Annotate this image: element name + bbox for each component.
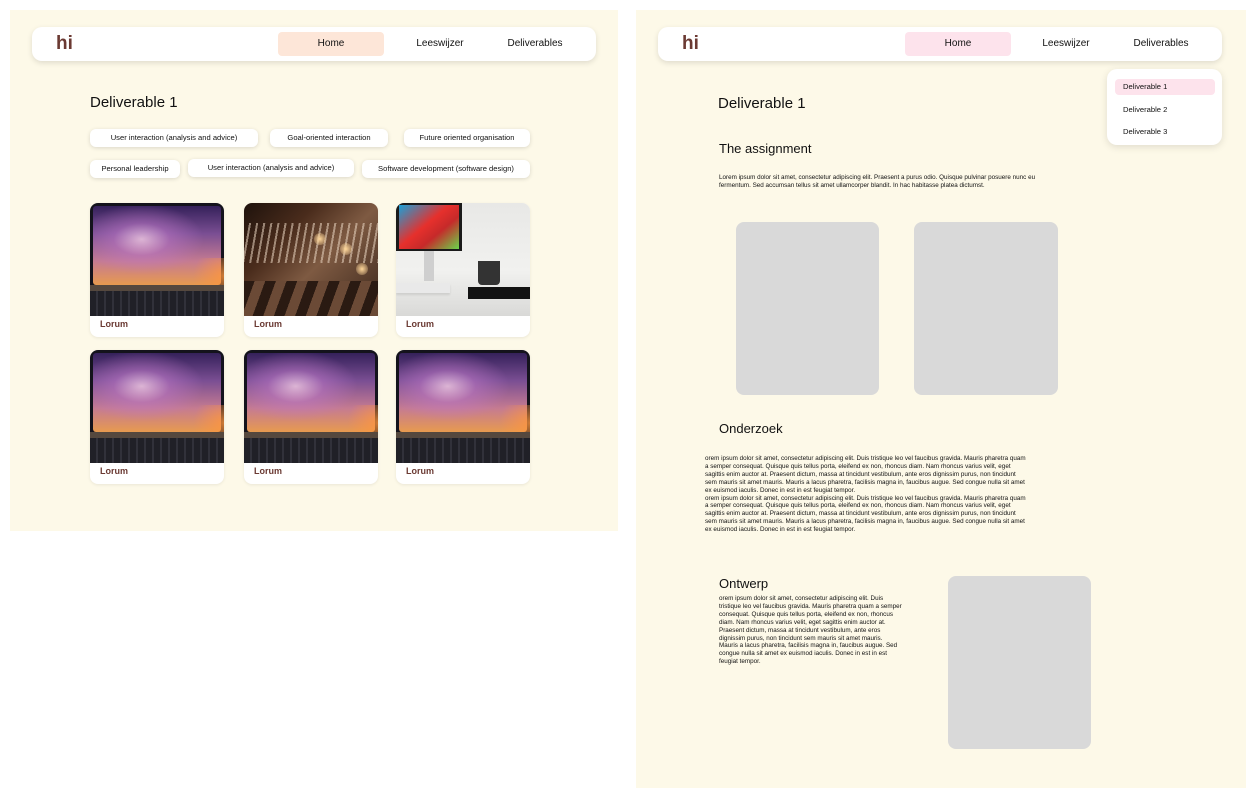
laptop-image bbox=[244, 350, 378, 463]
project-card[interactable]: Lorum bbox=[396, 203, 530, 337]
navbar: hi Home Leeswijzer Deliverables bbox=[32, 27, 596, 61]
laptop-image bbox=[90, 350, 224, 463]
tag-chip[interactable]: User interaction (analysis and advice) bbox=[90, 129, 258, 147]
tag-chip[interactable]: Personal leadership bbox=[90, 160, 180, 178]
card-label: Lorum bbox=[406, 319, 434, 329]
tag-chip[interactable]: Goal-oriented interaction bbox=[270, 129, 388, 147]
laptop-image bbox=[396, 350, 530, 463]
design-text: orem ipsum dolor sit amet, consectetur a… bbox=[719, 595, 902, 666]
research-text: orem ipsum dolor sit amet, consectetur a… bbox=[705, 455, 1026, 534]
nav-deliverables[interactable]: Deliverables bbox=[1114, 32, 1208, 56]
card-label: Lorum bbox=[254, 319, 282, 329]
project-card[interactable]: Lorum bbox=[396, 350, 530, 484]
assignment-text: Lorem ipsum dolor sit amet, consectetur … bbox=[719, 174, 1036, 189]
nav-home[interactable]: Home bbox=[278, 32, 384, 56]
page-title: Deliverable 1 bbox=[90, 94, 178, 111]
tag-chip[interactable]: Future oriented organisation bbox=[404, 129, 530, 147]
dropdown-item-deliverable-3[interactable]: Deliverable 3 bbox=[1115, 124, 1215, 140]
nav-home[interactable]: Home bbox=[905, 32, 1011, 56]
logo[interactable]: hi bbox=[682, 33, 699, 55]
card-label: Lorum bbox=[406, 466, 434, 476]
tag-chip[interactable]: User interaction (analysis and advice) bbox=[188, 159, 354, 177]
deliverables-dropdown: Deliverable 1 Deliverable 2 Deliverable … bbox=[1107, 69, 1222, 145]
card-label: Lorum bbox=[100, 319, 128, 329]
card-label: Lorum bbox=[254, 466, 282, 476]
nav-leeswijzer[interactable]: Leeswijzer bbox=[1018, 32, 1114, 56]
navbar: hi Home Leeswijzer Deliverables bbox=[658, 27, 1222, 61]
nav-deliverables[interactable]: Deliverables bbox=[488, 32, 582, 56]
assignment-heading: The assignment bbox=[719, 141, 812, 156]
image-placeholder bbox=[736, 222, 879, 395]
project-card[interactable]: Lorum bbox=[90, 203, 224, 337]
nav-leeswijzer[interactable]: Leeswijzer bbox=[392, 32, 488, 56]
deliverable-detail-page: hi Home Leeswijzer Deliverables Delivera… bbox=[636, 10, 1246, 788]
dropdown-item-deliverable-2[interactable]: Deliverable 2 bbox=[1115, 102, 1215, 118]
clothes-rack-image bbox=[244, 203, 378, 316]
logo[interactable]: hi bbox=[56, 33, 73, 55]
project-card[interactable]: Lorum bbox=[244, 350, 378, 484]
design-heading: Ontwerp bbox=[719, 576, 769, 591]
image-placeholder bbox=[914, 222, 1058, 395]
dropdown-item-deliverable-1[interactable]: Deliverable 1 bbox=[1115, 79, 1215, 95]
card-label: Lorum bbox=[100, 466, 128, 476]
deliverable-overview-page: hi Home Leeswijzer Deliverables Delivera… bbox=[10, 10, 618, 531]
image-placeholder bbox=[948, 576, 1091, 749]
desk-image bbox=[396, 203, 530, 316]
research-heading: Onderzoek bbox=[719, 421, 783, 436]
laptop-image bbox=[90, 203, 224, 316]
project-card[interactable]: Lorum bbox=[90, 350, 224, 484]
tag-chip[interactable]: Software development (software design) bbox=[362, 160, 530, 178]
project-card[interactable]: Lorum bbox=[244, 203, 378, 337]
page-title: Deliverable 1 bbox=[718, 95, 806, 112]
